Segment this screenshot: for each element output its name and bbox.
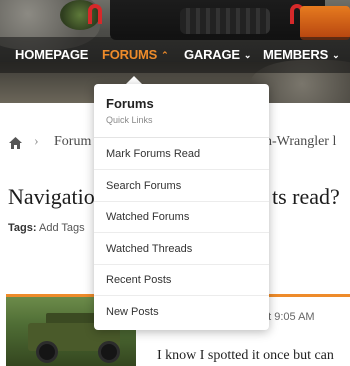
nav-garage-label: GARAGE bbox=[184, 47, 240, 62]
nav-members[interactable]: MEMBERS ⌄ bbox=[263, 47, 340, 62]
home-icon[interactable] bbox=[9, 137, 22, 149]
breadcrumb-item-wrangler[interactable]: on-Wrangler l bbox=[258, 134, 336, 150]
nav-garage[interactable]: GARAGE ⌄ bbox=[184, 47, 251, 62]
post-timestamp[interactable]: at 9:05 AM bbox=[262, 311, 315, 323]
nav-homepage-label: HOMEPAGE bbox=[15, 47, 89, 62]
page-title: Navigatio bbox=[8, 184, 95, 209]
menu-item-watched-threads[interactable]: Watched Threads bbox=[94, 234, 269, 265]
avatar-wheel bbox=[36, 341, 58, 363]
menu-header: Forums Quick Links bbox=[94, 84, 269, 138]
menu-caret bbox=[126, 76, 142, 84]
page-title-end: ts read? bbox=[272, 184, 340, 209]
menu-item-search-forums[interactable]: Search Forums bbox=[94, 171, 269, 202]
menu-item-label: Mark Forums Read bbox=[106, 148, 201, 160]
menu-item-label: Watched Threads bbox=[106, 243, 193, 255]
menu-item-label: Search Forums bbox=[106, 180, 182, 192]
avatar-wheel bbox=[98, 341, 120, 363]
nav-members-label: MEMBERS bbox=[263, 47, 329, 62]
add-tags-link[interactable]: Add Tags bbox=[39, 222, 85, 234]
menu-subtitle: Quick Links bbox=[106, 115, 153, 125]
chevron-down-icon: ⌄ bbox=[332, 50, 340, 60]
forums-dropdown-menu: Forums Quick Links Mark Forums Read Sear… bbox=[94, 84, 269, 330]
chevron-down-icon: ⌄ bbox=[243, 50, 252, 60]
menu-item-label: Watched Forums bbox=[106, 211, 190, 223]
chevron-up-icon: ⌃ bbox=[161, 50, 169, 60]
menu-item-label: Recent Posts bbox=[106, 274, 172, 286]
menu-item-new-posts[interactable]: New Posts bbox=[94, 297, 269, 328]
nav-forums[interactable]: FORUMS ⌃ bbox=[102, 47, 169, 62]
chevron-right-icon: › bbox=[34, 134, 39, 149]
nav-homepage[interactable]: HOMEPAGE bbox=[15, 47, 88, 62]
tags-label: Tags: bbox=[8, 222, 37, 234]
thread-tags: Tags: Add Tags bbox=[8, 222, 85, 234]
nav-forums-label: FORUMS bbox=[102, 47, 158, 62]
banner-spare-tire bbox=[180, 8, 270, 34]
banner-headlight bbox=[300, 6, 350, 40]
breadcrumb-item-forum[interactable]: Forum bbox=[54, 134, 91, 150]
menu-item-label: New Posts bbox=[106, 306, 159, 318]
menu-item-recent-posts[interactable]: Recent Posts bbox=[94, 265, 269, 296]
menu-item-mark-forums-read[interactable]: Mark Forums Read bbox=[94, 139, 269, 170]
post-body: I know I spotted it once but can bbox=[157, 348, 334, 363]
banner-tow-hook bbox=[88, 4, 102, 24]
menu-title[interactable]: Forums bbox=[106, 96, 154, 111]
menu-item-watched-forums[interactable]: Watched Forums bbox=[94, 202, 269, 233]
